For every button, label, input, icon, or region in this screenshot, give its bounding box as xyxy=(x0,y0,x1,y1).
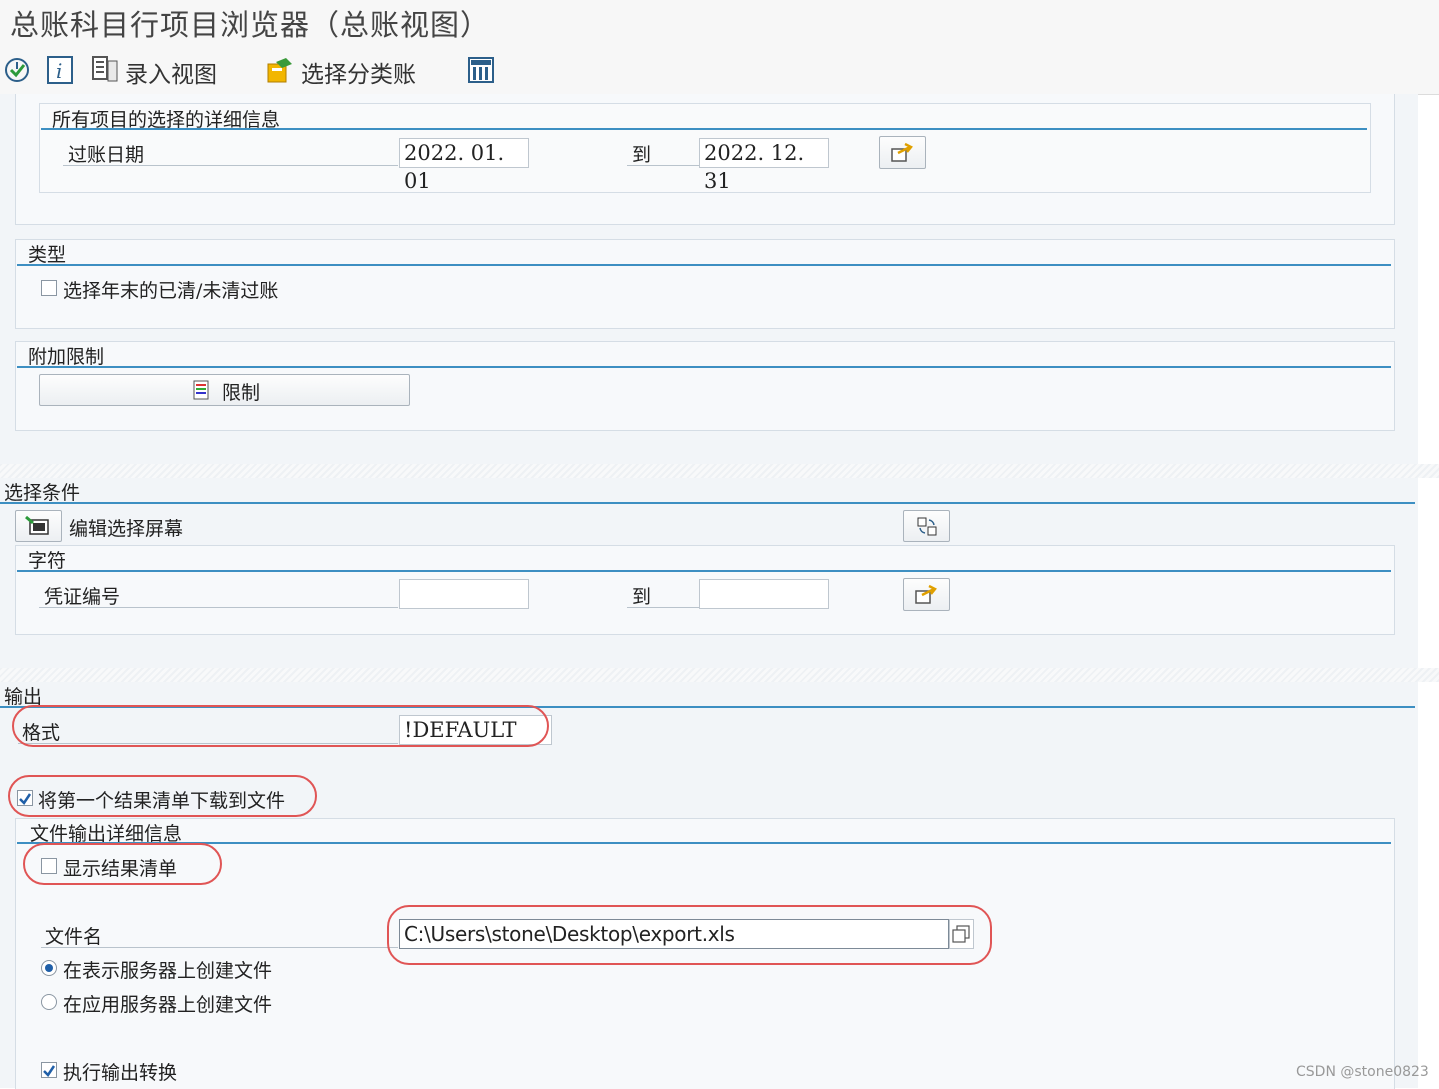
posting-date-label: 过账日期 xyxy=(63,140,398,166)
group-divider xyxy=(17,366,1391,368)
entry-view-button[interactable]: 录入视图 xyxy=(125,55,217,89)
window-title: 总账科目行项目浏览器（总账视图） xyxy=(10,8,491,42)
type-title: 类型 xyxy=(28,244,67,266)
arrow-export-icon xyxy=(891,142,913,162)
posting-date-from-field[interactable]: 2022. 01. 01 xyxy=(399,138,529,193)
doc-number-label: 凭证编号 xyxy=(39,582,398,608)
convert-output-label: 执行输出转换 xyxy=(63,1062,178,1084)
list-icon xyxy=(193,380,209,400)
year-end-checkbox-label: 选择年末的已清/未清过账 xyxy=(63,280,279,302)
select-ledger-button[interactable]: 选择分类账 xyxy=(301,55,416,89)
group-divider xyxy=(41,128,1367,130)
section-separator xyxy=(0,464,1439,478)
to-label: 到 xyxy=(627,582,699,608)
section-separator xyxy=(0,668,1439,682)
svg-text:i: i xyxy=(56,59,62,83)
posting-date-to-field[interactable]: 2022. 12. 31 xyxy=(699,138,829,193)
group-divider xyxy=(17,842,1391,844)
highlight-download xyxy=(8,775,317,817)
arrow-export-icon xyxy=(915,584,937,604)
edit-selection-screen-label: 编辑选择屏幕 xyxy=(69,518,184,540)
info-icon[interactable]: i xyxy=(47,56,73,84)
selection-title: 选择条件 xyxy=(4,482,81,504)
edit-screen-icon xyxy=(25,515,49,535)
to-label: 到 xyxy=(627,140,699,166)
presentation-server-label: 在表示服务器上创建文件 xyxy=(63,960,273,982)
group-divider xyxy=(17,570,1391,572)
execute-icon[interactable] xyxy=(4,57,30,83)
highlight-filename xyxy=(387,905,992,965)
application-server-radio[interactable] xyxy=(41,994,57,1010)
restrictions-title: 附加限制 xyxy=(28,346,105,368)
multiple-selection-button[interactable] xyxy=(879,136,926,169)
entry-view-icon xyxy=(91,55,119,83)
convert-output-checkbox[interactable] xyxy=(41,1062,57,1078)
year-end-checkbox[interactable] xyxy=(41,280,57,296)
swap-icon xyxy=(917,517,937,536)
doc-number-to-field[interactable] xyxy=(699,579,829,609)
edit-selection-screen-button[interactable] xyxy=(15,510,62,542)
doc-number-from-field[interactable] xyxy=(399,579,529,609)
select-ledger-icon xyxy=(266,56,294,84)
multiple-selection-button[interactable] xyxy=(903,578,950,611)
characters-title: 字符 xyxy=(28,550,67,572)
group-divider xyxy=(0,502,1415,504)
restrictions-button-label: 限制 xyxy=(222,382,261,404)
group-divider xyxy=(17,264,1391,266)
watermark: CSDN @stone0823 xyxy=(1296,1064,1429,1080)
highlight-format xyxy=(12,705,549,747)
highlight-show-result xyxy=(23,843,222,885)
presentation-server-radio[interactable] xyxy=(41,960,57,976)
toggle-selection-button[interactable] xyxy=(903,510,950,542)
layout-icon[interactable] xyxy=(468,57,494,83)
filename-label: 文件名 xyxy=(41,922,398,948)
application-server-label: 在应用服务器上创建文件 xyxy=(63,994,273,1016)
